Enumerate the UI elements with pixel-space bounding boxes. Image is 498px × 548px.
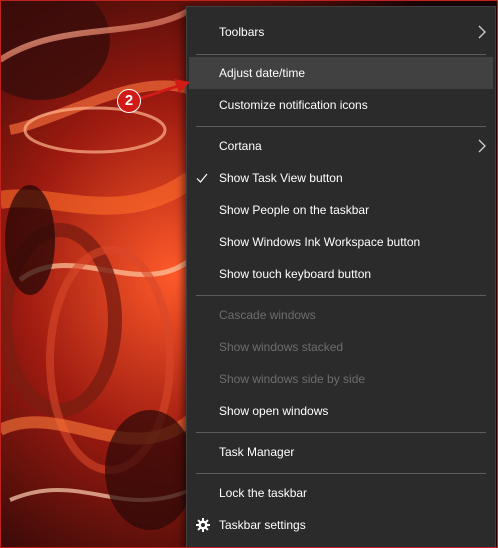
annotation-arrow xyxy=(137,79,190,101)
step-number-badge: 2 xyxy=(117,89,141,113)
